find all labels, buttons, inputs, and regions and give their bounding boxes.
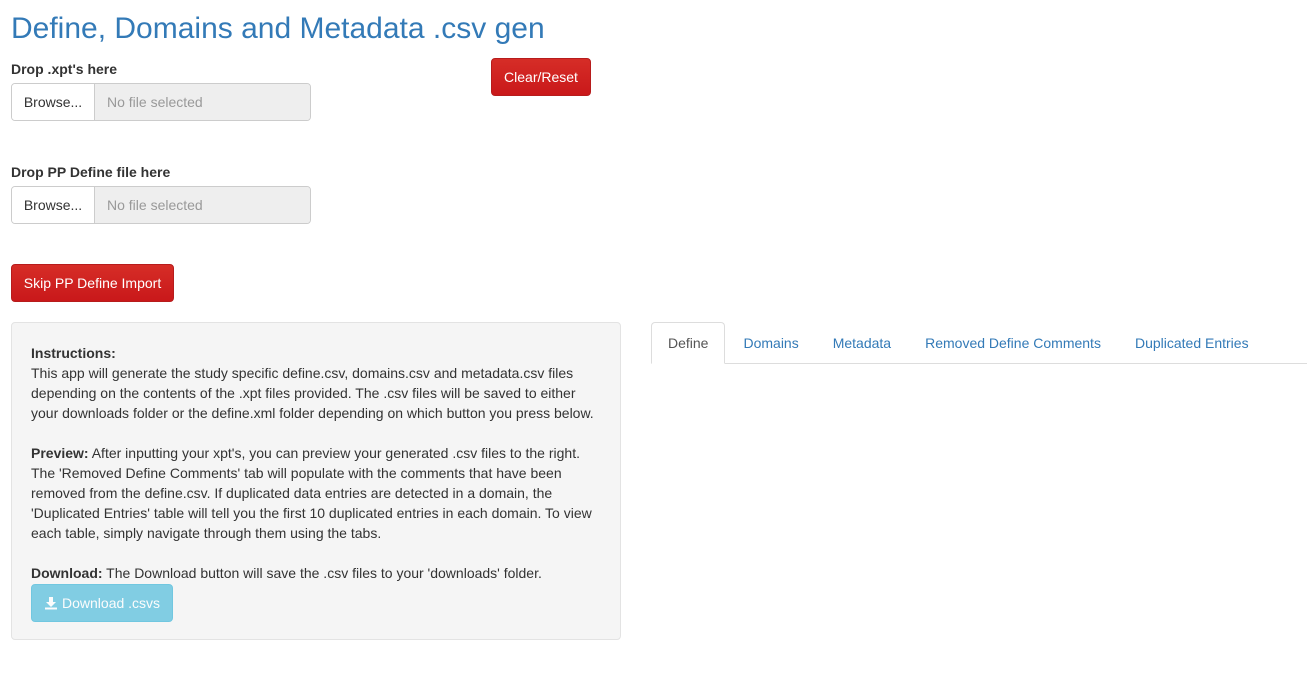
define-browse-button[interactable]: Browse...: [12, 187, 95, 223]
xpt-file-input[interactable]: Browse... No file selected: [11, 83, 311, 121]
instructions-text: This app will generate the study specifi…: [31, 365, 594, 421]
download-csvs-button[interactable]: Download .csvs: [31, 584, 173, 622]
tab-duplicated-entries[interactable]: Duplicated Entries: [1119, 322, 1265, 364]
download-heading: Download:: [31, 565, 103, 581]
download-paragraph: Download: The Download button will save …: [31, 563, 601, 583]
instructions-heading: Instructions:: [31, 345, 116, 361]
instructions-panel: Instructions: This app will generate the…: [11, 322, 621, 640]
define-file-name-field[interactable]: No file selected: [95, 187, 310, 223]
xpt-browse-button[interactable]: Browse...: [12, 84, 95, 120]
preview-tabs: Define Domains Metadata Removed Define C…: [651, 322, 1307, 364]
download-text: The Download button will save the .csv f…: [102, 565, 542, 581]
tab-define[interactable]: Define: [651, 322, 726, 364]
preview-heading: Preview:: [31, 445, 89, 461]
tab-metadata[interactable]: Metadata: [817, 322, 907, 364]
preview-text: After inputting your xpt's, you can prev…: [31, 445, 592, 541]
define-file-input[interactable]: Browse... No file selected: [11, 186, 311, 224]
page-title: Define, Domains and Metadata .csv gen: [11, 12, 545, 45]
clear-reset-button[interactable]: Clear/Reset: [491, 58, 591, 96]
download-button-label: Download .csvs: [62, 595, 161, 611]
preview-paragraph: Preview: After inputting your xpt's, you…: [31, 443, 601, 543]
define-input-label: Drop PP Define file here: [11, 164, 171, 180]
skip-define-import-button[interactable]: Skip PP Define Import: [11, 264, 174, 302]
tab-domains[interactable]: Domains: [727, 322, 814, 364]
download-icon: [45, 597, 57, 610]
tab-removed-define-comments[interactable]: Removed Define Comments: [909, 322, 1117, 364]
xpt-file-name-field[interactable]: No file selected: [95, 84, 310, 120]
instructions-paragraph: Instructions: This app will generate the…: [31, 343, 601, 423]
xpt-input-label: Drop .xpt's here: [11, 61, 118, 77]
